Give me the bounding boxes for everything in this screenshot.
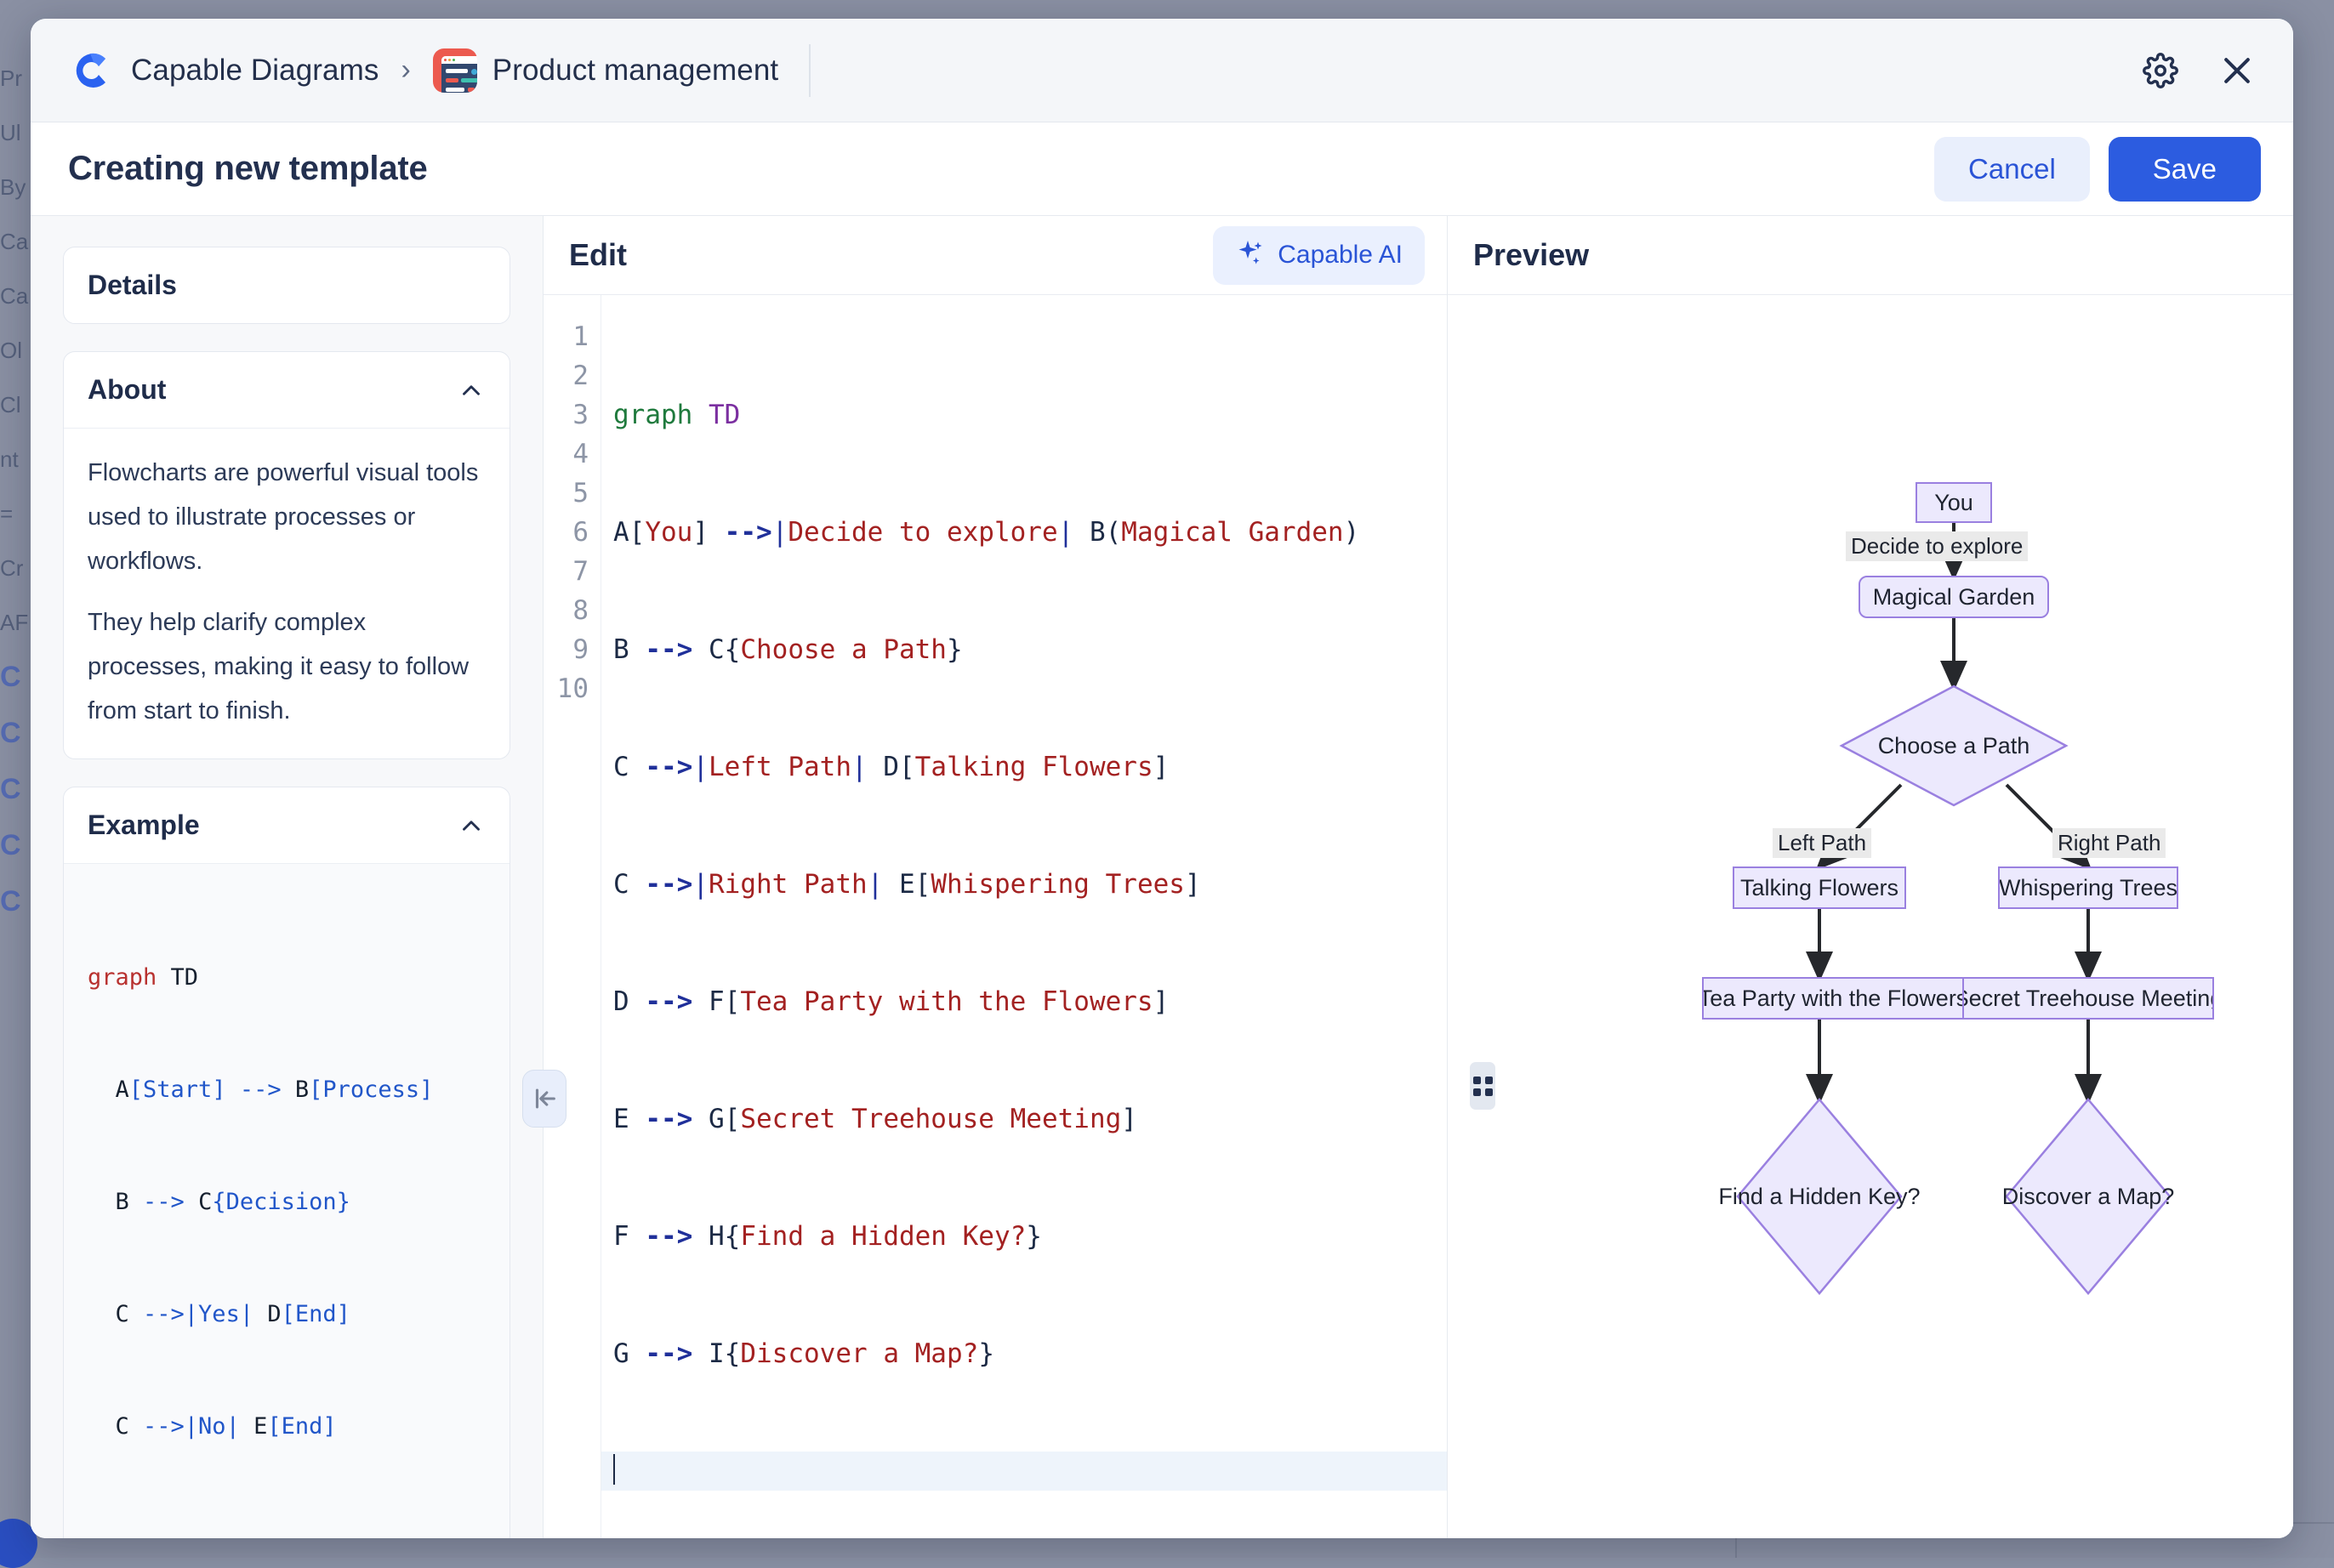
breadcrumb-item-project[interactable]: Product management	[492, 54, 778, 88]
gear-icon[interactable]	[2133, 43, 2188, 98]
save-button[interactable]: Save	[2109, 137, 2261, 202]
preview-pane: Preview	[1448, 216, 2293, 1538]
breadcrumb-item-project-group: Product management	[433, 48, 778, 93]
line-number: 2	[544, 356, 589, 395]
code-line: C -->|Right Path| E[Whispering Trees]	[613, 865, 1447, 904]
details-title: Details	[88, 270, 177, 301]
preview-pane-header: Preview	[1448, 216, 2293, 294]
breadcrumb: Capable Diagrams	[68, 47, 379, 94]
code-line: B --> C{Choose a Path}	[613, 630, 1447, 669]
line-number: 3	[544, 395, 589, 435]
node-discover-a-map-label: Discover a Map?	[2002, 1184, 2175, 1210]
example-code-block: graph TD A[Start] --> B[Process] B --> C…	[64, 864, 509, 1538]
chevron-up-icon[interactable]	[457, 811, 486, 840]
node-magical-garden[interactable]: Magical Garden	[1859, 576, 2049, 618]
preview-title: Preview	[1473, 237, 1589, 273]
editor-title: Edit	[569, 237, 627, 273]
code-text-area[interactable]: graph TD A[You] -->|Decide to explore| B…	[601, 295, 1447, 1538]
code-line: G --> I{Discover a Map?}	[613, 1334, 1447, 1373]
example-code-line: B --> C{Decision}	[88, 1184, 486, 1221]
node-secret-treehouse-meeting[interactable]: Secret Treehouse Meeting	[1962, 977, 2214, 1020]
about-paragraph-1: Flowcharts are powerful visual tools use…	[88, 451, 486, 583]
sparkle-icon	[1235, 238, 1266, 273]
node-whispering-trees[interactable]: Whispering Trees	[1998, 866, 2178, 909]
code-line: D --> F[Tea Party with the Flowers]	[613, 982, 1447, 1021]
grip-dots-icon[interactable]	[1470, 1062, 1495, 1110]
line-number: 5	[544, 474, 589, 513]
node-choose-a-path[interactable]: Choose a Path	[1842, 725, 2066, 766]
diagram-canvas[interactable]: You Magical Garden Choose a Path Talking…	[1448, 294, 2293, 1538]
edge-label-left-path: Left Path	[1773, 828, 1871, 858]
line-number: 1	[544, 317, 589, 356]
code-line: F --> H{Find a Hidden Key?}	[613, 1217, 1447, 1256]
line-number: 6	[544, 513, 589, 552]
details-card-header[interactable]: Details	[64, 247, 509, 323]
example-card-header[interactable]: Example	[64, 787, 509, 864]
example-card: Example graph TD A[Start] --> B[Process]…	[63, 787, 510, 1538]
node-discover-a-map[interactable]: Discover a Map?	[1995, 1176, 2182, 1217]
capable-ai-button[interactable]: Capable AI	[1213, 226, 1425, 285]
node-find-a-hidden-key[interactable]: Find a Hidden Key?	[1716, 1176, 1923, 1217]
editor-pane-header: Edit Capable AI	[544, 216, 1447, 294]
capable-logo-icon	[68, 47, 116, 94]
line-number: 8	[544, 591, 589, 630]
cancel-button[interactable]: Cancel	[1934, 137, 2090, 202]
breadcrumb-item-workspace[interactable]: Capable Diagrams	[131, 54, 379, 88]
capable-ai-label: Capable AI	[1278, 241, 1403, 270]
page-title: Creating new template	[68, 150, 428, 188]
about-card-header[interactable]: About	[64, 352, 509, 429]
line-number: 10	[544, 669, 589, 708]
example-code-line: C -->|Yes| D[End]	[88, 1296, 486, 1333]
template-editor-modal: Capable Diagrams ›	[31, 19, 2293, 1538]
left-sidebar: Details About Flowcharts are powerful vi…	[31, 216, 544, 1538]
node-talking-flowers[interactable]: Talking Flowers	[1733, 866, 1906, 909]
line-number: 9	[544, 630, 589, 669]
code-line: A[You] -->|Decide to explore| B(Magical …	[613, 513, 1447, 552]
line-number: 7	[544, 552, 589, 591]
example-code-line: A[Start] --> B[Process]	[88, 1071, 486, 1109]
example-code-line: C -->|No| E[End]	[88, 1408, 486, 1446]
details-card[interactable]: Details	[63, 247, 510, 324]
code-line: graph TD	[613, 395, 1447, 435]
close-icon[interactable]	[2210, 43, 2264, 98]
example-title: Example	[88, 810, 200, 841]
edge-label-decide-to-explore: Decide to explore	[1846, 531, 2028, 561]
flowchart-svg	[1631, 346, 2293, 1538]
grip-dots	[1473, 1077, 1493, 1096]
about-title: About	[88, 374, 166, 406]
text-caret	[613, 1454, 615, 1485]
about-card-body: Flowcharts are powerful visual tools use…	[64, 429, 509, 758]
code-line: C -->|Left Path| D[Talking Flowers]	[613, 747, 1447, 787]
code-line-active	[601, 1452, 1447, 1491]
code-line: E --> G[Secret Treehouse Meeting]	[613, 1099, 1447, 1139]
node-choose-a-path-label: Choose a Path	[1878, 733, 2030, 759]
edge-label-right-path: Right Path	[2052, 828, 2166, 858]
node-you[interactable]: You	[1916, 482, 1992, 523]
example-code-line: graph TD	[88, 959, 486, 997]
node-find-a-hidden-key-label: Find a Hidden Key?	[1718, 1184, 1920, 1210]
about-paragraph-2: They help clarify complex processes, mak…	[88, 600, 486, 733]
editor-pane: Edit Capable AI 1 2	[544, 216, 1448, 1538]
code-editor[interactable]: 1 2 3 4 5 6 7 8 9 10 graph TD A[You] -->…	[544, 294, 1447, 1538]
breadcrumb-separator: ›	[401, 54, 410, 87]
collapse-left-icon[interactable]	[522, 1070, 566, 1128]
line-number: 4	[544, 435, 589, 474]
chevron-up-icon[interactable]	[457, 376, 486, 405]
node-tea-party-with-the-flowers[interactable]: Tea Party with the Flowers	[1702, 977, 1964, 1020]
breadcrumb-bar: Capable Diagrams ›	[31, 19, 2293, 122]
breadcrumb-trailing-divider	[809, 44, 811, 97]
line-number-gutter: 1 2 3 4 5 6 7 8 9 10	[544, 295, 601, 1538]
modal-title-bar: Creating new template Cancel Save	[31, 122, 2293, 216]
product-management-icon	[433, 48, 477, 93]
about-card: About Flowcharts are powerful visual too…	[63, 351, 510, 759]
modal-body: Details About Flowcharts are powerful vi…	[31, 216, 2293, 1538]
